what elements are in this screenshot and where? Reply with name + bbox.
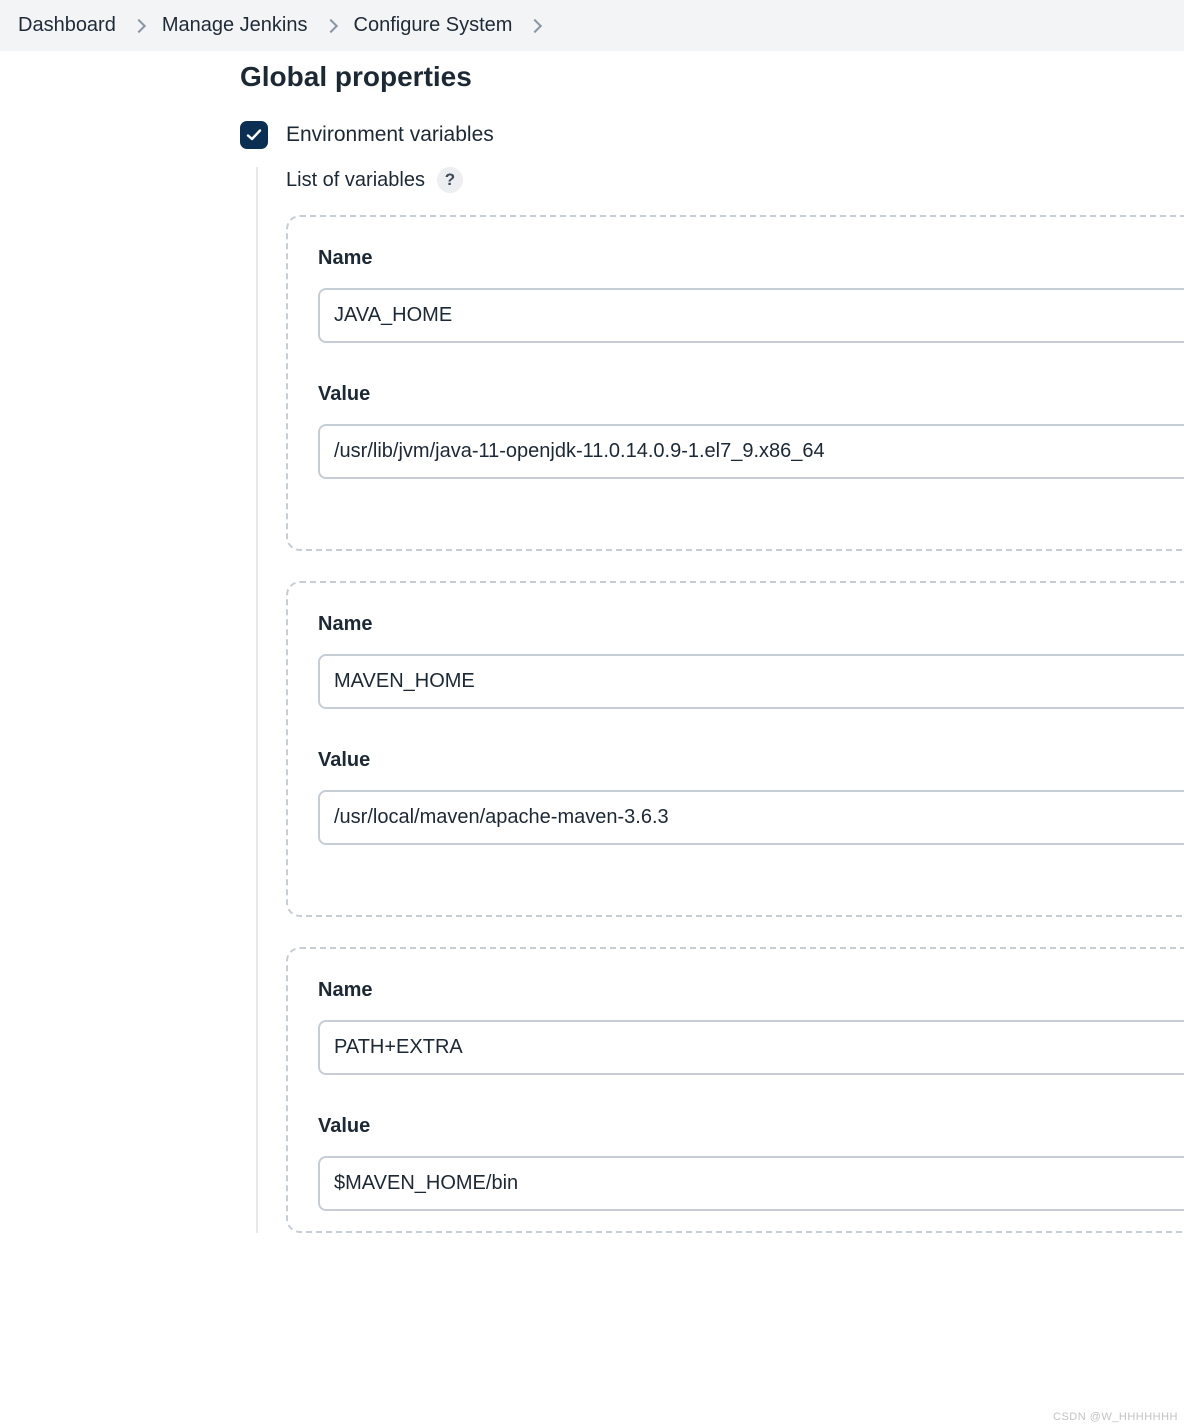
help-icon[interactable]: ? bbox=[437, 167, 463, 193]
variable-group: Name Value bbox=[286, 581, 1184, 917]
env-var-name-input[interactable] bbox=[318, 288, 1184, 343]
section-title-global-properties: Global properties bbox=[240, 61, 1184, 93]
chevron-right-icon bbox=[132, 18, 146, 32]
breadcrumb-item-configure-system[interactable]: Configure System bbox=[354, 14, 513, 37]
value-field-block: Value bbox=[318, 749, 1184, 845]
list-of-variables-label: List of variables bbox=[286, 169, 425, 192]
env-vars-checkbox-label: Environment variables bbox=[286, 123, 494, 147]
value-field-block: Value bbox=[318, 1115, 1184, 1211]
env-vars-indented-block: List of variables ? Name Value Name Valu… bbox=[256, 167, 1184, 1233]
chevron-right-icon bbox=[323, 18, 337, 32]
check-icon bbox=[246, 127, 262, 143]
value-label: Value bbox=[318, 383, 1184, 406]
variable-group: Name Value bbox=[286, 947, 1184, 1233]
value-label: Value bbox=[318, 749, 1184, 772]
name-field-block: Name bbox=[318, 613, 1184, 709]
breadcrumb-item-manage-jenkins[interactable]: Manage Jenkins bbox=[162, 14, 308, 37]
chevron-right-icon bbox=[528, 18, 542, 32]
name-field-block: Name bbox=[318, 247, 1184, 343]
name-label: Name bbox=[318, 979, 1184, 1002]
env-var-value-input[interactable] bbox=[318, 1156, 1184, 1211]
name-label: Name bbox=[318, 247, 1184, 270]
name-label: Name bbox=[318, 613, 1184, 636]
env-var-name-input[interactable] bbox=[318, 654, 1184, 709]
env-var-value-input[interactable] bbox=[318, 790, 1184, 845]
value-label: Value bbox=[318, 1115, 1184, 1138]
env-vars-checkbox-row: Environment variables bbox=[240, 121, 1184, 149]
breadcrumb: Dashboard Manage Jenkins Configure Syste… bbox=[0, 0, 1184, 51]
breadcrumb-item-dashboard[interactable]: Dashboard bbox=[18, 14, 116, 37]
watermark: CSDN @W_HHHHHHH bbox=[1053, 1411, 1178, 1423]
variable-group: Name Value bbox=[286, 215, 1184, 551]
name-field-block: Name bbox=[318, 979, 1184, 1075]
list-of-variables-header: List of variables ? bbox=[286, 167, 1184, 193]
value-field-block: Value bbox=[318, 383, 1184, 479]
page-content: Global properties Environment variables … bbox=[0, 51, 1184, 1303]
env-vars-checkbox[interactable] bbox=[240, 121, 268, 149]
env-var-value-input[interactable] bbox=[318, 424, 1184, 479]
env-var-name-input[interactable] bbox=[318, 1020, 1184, 1075]
